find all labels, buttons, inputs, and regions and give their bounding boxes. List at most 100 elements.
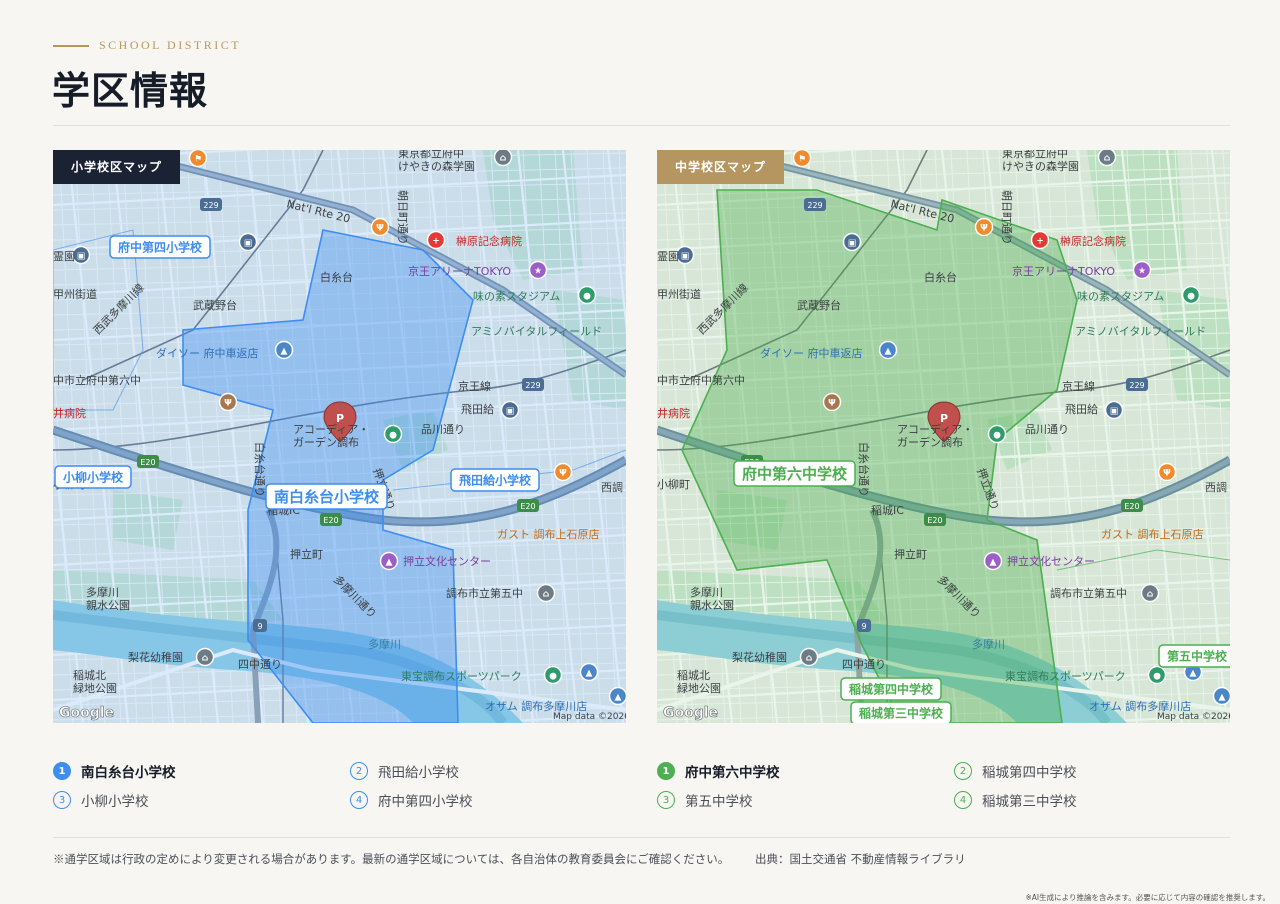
restaurant-icon: Ψ (822, 392, 842, 412)
legend-item: 2 飛田給小学校 (350, 761, 459, 781)
map-label: 白糸台 (320, 270, 353, 284)
stadium-icon: ★ (1132, 260, 1152, 280)
route-229-number: 229 (1129, 381, 1144, 390)
map-copyright: Map data ©2026 (1157, 712, 1230, 722)
svg-text:⌂: ⌂ (1147, 590, 1154, 600)
svg-text:▲: ▲ (586, 669, 593, 679)
svg-text:Ψ: Ψ (828, 399, 836, 409)
svg-text:稲城第三中学校: 稲城第三中学校 (859, 705, 944, 720)
school-icon: ⌂ (536, 583, 556, 603)
svg-text:⌂: ⌂ (543, 590, 550, 600)
map-label: 京王線 (458, 379, 491, 393)
svg-text:▲: ▲ (1190, 669, 1197, 679)
svg-text:Ψ: Ψ (980, 224, 988, 234)
map-label: 榊原記念病院 (456, 234, 522, 248)
svg-text:Ψ: Ψ (559, 469, 567, 479)
map-tag: 小学校区マップ (53, 150, 181, 184)
shop-icon: ▲ (274, 340, 294, 360)
legend-school-name: 南白糸台小学校 (81, 765, 176, 781)
map-label: 四中通り (842, 658, 886, 671)
legend-number-badge: 2 (350, 762, 368, 780)
svg-text:▣: ▣ (506, 407, 515, 417)
legend-school-name: 府中第四小学校 (378, 794, 473, 810)
restaurant-icon: ⚑ (792, 150, 812, 168)
legend-number-badge: 3 (657, 791, 675, 809)
svg-text:府中第六中学校: 府中第六中学校 (742, 465, 848, 483)
svg-text:⚑: ⚑ (194, 155, 202, 165)
legend-number-badge: 4 (350, 791, 368, 809)
svg-text:★: ★ (534, 267, 542, 277)
svg-text:小柳小学校: 小柳小学校 (63, 469, 124, 484)
school-icon: ⌂ (493, 150, 513, 167)
svg-text:●: ● (583, 292, 591, 302)
elementary-school-district-map[interactable]: 小学校区マップ 229 229 E20 E20 E20 9 ⚑ ⌂ Ψ + ★ ● ▣ ▲ Ψ ▣ ● Ψ ▲ ⌂ ⌂ ●… (53, 150, 626, 723)
svg-text:●: ● (993, 431, 1001, 441)
legend-item: 2 稲城第四中学校 (954, 761, 1077, 781)
kindergarten-icon: ⌂ (799, 647, 819, 667)
school-icon: ⌂ (1097, 150, 1117, 167)
legend-number-badge: 1 (53, 762, 71, 780)
svg-text:Ψ: Ψ (376, 224, 384, 234)
svg-text:▲: ▲ (386, 558, 393, 568)
map-label: 霊園 (53, 250, 75, 263)
hospital-icon: + (426, 230, 446, 250)
svg-text:⚑: ⚑ (798, 155, 806, 165)
school-label-inagi3: 稲城第三中学校 (850, 701, 952, 723)
svg-text:+: + (432, 237, 440, 247)
map-label: 押立文化センター (1007, 554, 1095, 568)
shop-icon: ▲ (1212, 686, 1230, 706)
map-label: 飛田給 (461, 402, 494, 416)
station-icon: ▣ (842, 232, 862, 252)
legend-school-name: 府中第六中学校 (685, 765, 780, 781)
map-label: 甲州街道 (657, 287, 701, 301)
station-icon: ▣ (238, 232, 258, 252)
svg-text:●: ● (389, 431, 397, 441)
restaurant-icon: Ψ (1157, 462, 1177, 482)
school-label-daigo: 第五中学校 (1158, 644, 1230, 668)
ai-disclaimer: ※AI生成により推論を含みます。必要に応じて内容の確認を推奨します。 (1025, 893, 1270, 902)
legend-number-badge: 1 (657, 762, 675, 780)
map-label: 味の素スタジアム (1077, 290, 1164, 303)
stadium-icon: ● (1181, 285, 1201, 305)
school-label-koyagi: 小柳小学校 (54, 465, 132, 489)
legend-item: 1 府中第六中学校 (657, 761, 780, 781)
stadium-icon: ● (577, 285, 597, 305)
restaurant-icon: ⚑ (188, 150, 208, 168)
svg-text:Ψ: Ψ (224, 399, 232, 409)
svg-text:Ψ: Ψ (1163, 469, 1171, 479)
station-icon: ▣ (500, 400, 520, 420)
route-229-number: 229 (525, 381, 540, 390)
map-label: 味の素スタジアム (473, 290, 560, 303)
map-label: 多摩川 (368, 637, 401, 651)
map-label: 品川通り (1025, 423, 1069, 436)
legend-school-name: 稲城第四中学校 (982, 765, 1077, 781)
map-label: 井病院 (657, 406, 690, 420)
map-label: 西調 (1205, 480, 1227, 494)
map-label: 飛田給 (1065, 402, 1098, 416)
legend-number-badge: 2 (954, 762, 972, 780)
legend-item: 1 南白糸台小学校 (53, 761, 176, 781)
map-canvas: 229229E20E20E209⚑⌂Ψ+★●▣▲Ψ▣●Ψ▲⌂⌂●▲▲▣P東京都立… (657, 150, 1230, 723)
map-canvas: 229229E20E20E209⚑⌂Ψ+★●▣▲Ψ▣●Ψ▲⌂⌂●▲▲▣P東京都立… (53, 150, 626, 723)
park-icon: ● (1147, 665, 1167, 685)
e20-number: E20 (323, 516, 338, 525)
junior-high-school-district-map[interactable]: 中学校区マップ 229229E20E20E209⚑⌂Ψ+★●▣▲Ψ▣●Ψ▲⌂⌂●… (657, 150, 1230, 723)
svg-text:▣: ▣ (77, 252, 86, 262)
map-label: 武蔵野台 (193, 298, 237, 312)
map-label: 東京都立府中けやきの森学園 (398, 150, 475, 173)
map-label: 東京都立府中けやきの森学園 (1002, 150, 1079, 173)
svg-text:⌂: ⌂ (806, 654, 813, 664)
e20-number: E20 (927, 516, 942, 525)
map-label: 多摩川 (972, 637, 1005, 651)
map-tag: 中学校区マップ (657, 150, 785, 184)
target-school-label: 南白糸台小学校 (265, 483, 388, 510)
source-credit: 出典：国土交通省 不動産情報ライブラリ (755, 852, 966, 866)
eyebrow-text: SCHOOL DISTRICT (99, 38, 242, 52)
map-label: 井病院 (53, 406, 86, 420)
map-label: 京王アリーナTOKYO (408, 264, 511, 278)
map-label: 品川通り (421, 423, 465, 436)
map-label: 白糸台通り (253, 442, 267, 497)
map-label: 甲州街道 (53, 287, 97, 301)
map-label: 梨花幼稚園 (128, 650, 183, 664)
map-label: ガスト 調布上石原店 (1101, 527, 1204, 541)
